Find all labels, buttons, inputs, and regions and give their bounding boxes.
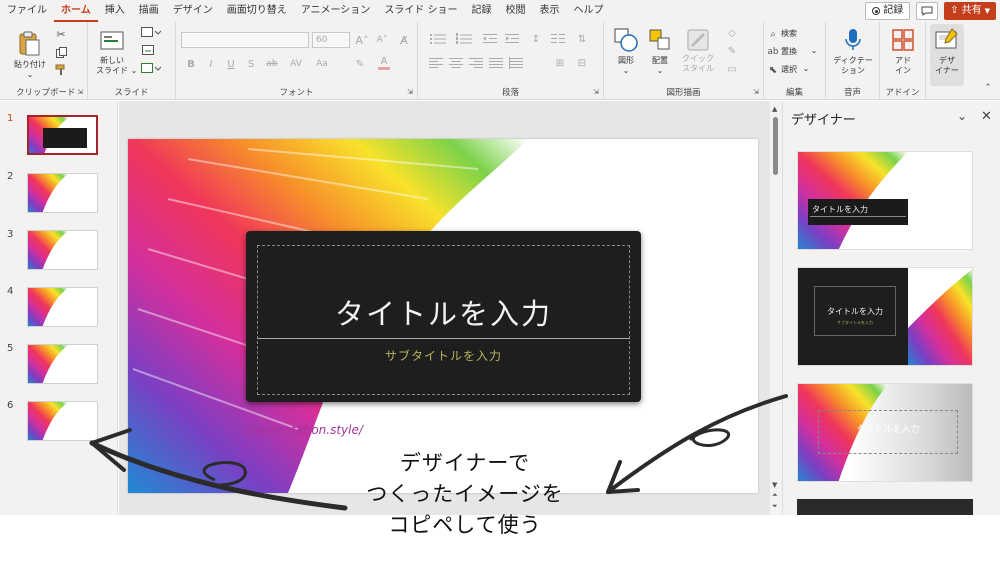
caption-line: デザイナーで (399, 451, 531, 475)
annotation-caption: デザイナーで つくったイメージを コピペして使う (330, 448, 600, 541)
caption-line: つくったイメージを (366, 482, 564, 506)
caption-line: コピペして使う (388, 513, 542, 537)
